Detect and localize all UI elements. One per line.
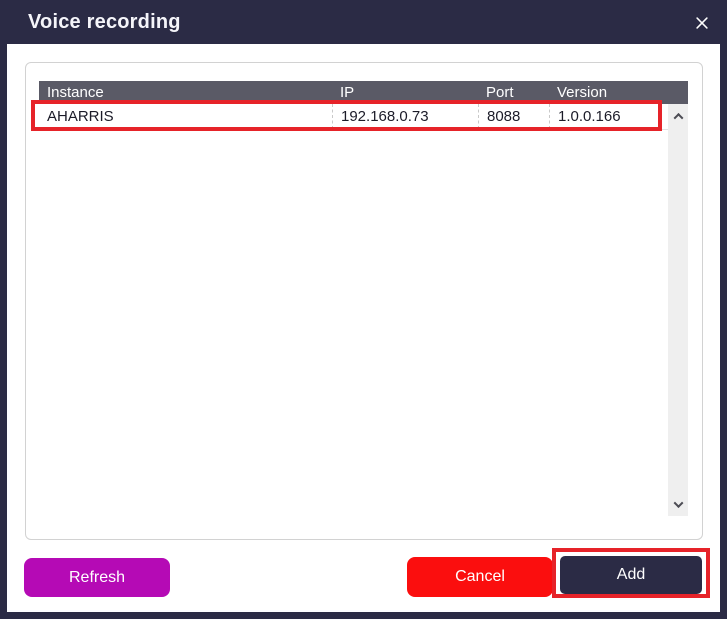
scroll-up-button[interactable] [668, 106, 688, 126]
column-header-version: Version [557, 84, 608, 101]
chevron-down-icon [673, 497, 683, 508]
dialog-header: Voice recording [0, 0, 727, 44]
add-button[interactable]: Add [560, 556, 702, 594]
column-header-ip: IP [340, 84, 355, 101]
cancel-button[interactable]: Cancel [407, 557, 553, 597]
table-row[interactable]: AHARRIS 192.168.0.73 8088 1.0.0.166 [39, 104, 668, 130]
close-icon[interactable] [689, 10, 715, 36]
refresh-button[interactable]: Refresh [24, 558, 170, 597]
dialog-body: Instance IP Port Version AHARRIS 192.168… [7, 44, 720, 612]
cell-port: 8088 [478, 104, 549, 129]
cell-version: 1.0.0.166 [549, 104, 668, 129]
voice-recording-dialog: Voice recording Instance IP Port Version… [0, 0, 727, 619]
cell-ip: 192.168.0.73 [332, 104, 478, 129]
dialog-title: Voice recording [28, 10, 181, 33]
chevron-up-icon [673, 112, 683, 123]
column-header-instance: Instance [47, 84, 104, 101]
vertical-scrollbar[interactable] [668, 104, 688, 516]
scroll-down-button[interactable] [668, 494, 688, 514]
cell-instance: AHARRIS [47, 108, 114, 125]
instances-table: Instance IP Port Version AHARRIS 192.168… [25, 62, 703, 540]
table-header-row: Instance IP Port Version [39, 81, 688, 104]
column-header-port: Port [486, 84, 514, 101]
x-close-icon [696, 17, 708, 29]
